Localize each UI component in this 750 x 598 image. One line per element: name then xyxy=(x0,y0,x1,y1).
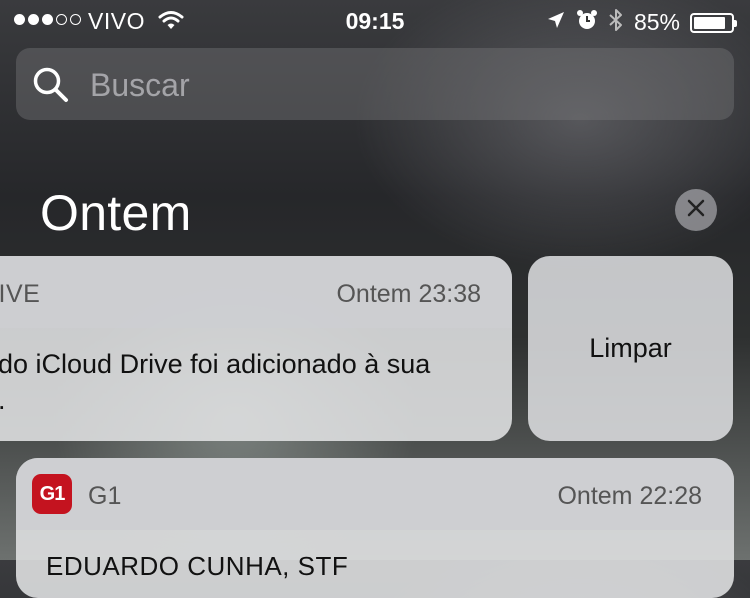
notification-body-line: do iCloud Drive foi adicionado à sua xyxy=(0,349,431,379)
battery-fill xyxy=(694,16,725,29)
bluetooth-icon xyxy=(608,8,624,37)
notification-icloud-drive[interactable]: RIVE Ontem 23:38 do iCloud Drive foi adi… xyxy=(0,256,512,441)
notification-app-name: G1 xyxy=(88,482,122,510)
section-title: Ontem xyxy=(40,185,192,241)
location-arrow-icon xyxy=(546,10,566,35)
status-bar: VIVO 09:15 85% xyxy=(0,0,750,40)
notification-header: G1 G1 Ontem 22:28 xyxy=(16,458,734,530)
battery-percentage: 85% xyxy=(633,9,680,35)
search-bar[interactable] xyxy=(16,48,734,120)
alarm-clock-icon xyxy=(576,9,598,36)
notification-header: RIVE Ontem 23:38 xyxy=(0,256,512,328)
notification-time: Ontem 23:38 xyxy=(336,280,481,308)
close-section-button[interactable] xyxy=(675,189,717,231)
search-input[interactable] xyxy=(88,62,692,108)
g1-app-icon: G1 xyxy=(32,474,72,514)
notification-body-line: . xyxy=(0,382,512,418)
notification-body: EDUARDO CUNHA, STF xyxy=(16,530,734,584)
battery-icon xyxy=(690,12,737,33)
notification-g1[interactable]: G1 G1 Ontem 22:28 EDUARDO CUNHA, STF xyxy=(16,458,734,598)
notification-body: do iCloud Drive foi adicionado à sua . xyxy=(0,328,512,418)
notification-body-line: EDUARDO CUNHA, STF xyxy=(46,551,349,581)
clear-button[interactable]: Limpar xyxy=(528,256,733,441)
notification-time: Ontem 22:28 xyxy=(557,482,702,510)
close-icon xyxy=(686,198,706,223)
notification-app-name: RIVE xyxy=(0,280,41,308)
search-icon xyxy=(32,66,70,109)
